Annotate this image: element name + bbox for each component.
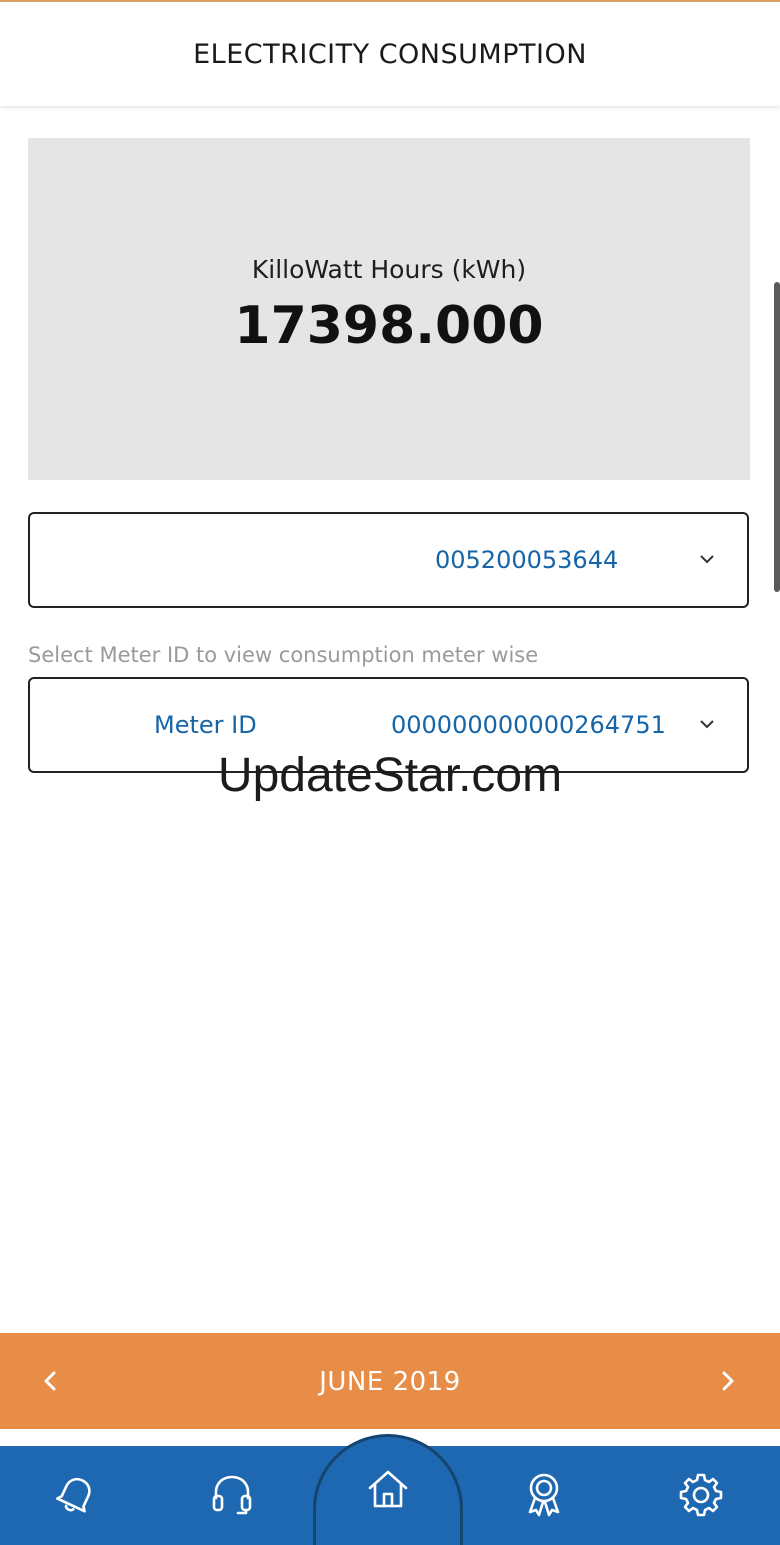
home-icon [368, 1470, 408, 1508]
scrollbar[interactable] [774, 282, 780, 592]
consumption-unit-label: KilloWatt Hours (kWh) [251, 255, 527, 284]
account-number: 005200053644 [435, 546, 619, 574]
nav-settings[interactable] [675, 1468, 727, 1520]
account-dropdown[interactable]: 005200053644 [28, 512, 749, 608]
gear-icon [679, 1473, 723, 1517]
month-label: JUNE 2019 [319, 1367, 461, 1397]
nav-rewards[interactable] [518, 1468, 570, 1520]
nav-support[interactable] [206, 1468, 258, 1520]
app-screen: ELECTRICITY CONSUMPTION KilloWatt Hours … [0, 0, 780, 1545]
consumption-value: 17398.000 [234, 296, 544, 356]
watermark-text: UpdateStar.com [217, 749, 563, 802]
page-title: ELECTRICITY CONSUMPTION [193, 38, 587, 70]
meter-id-value: 000000000000264751 [391, 711, 666, 739]
chevron-right-icon[interactable] [710, 1363, 746, 1399]
headset-icon [212, 1475, 252, 1515]
month-selector: JUNE 2019 [0, 1333, 780, 1429]
chevron-down-icon [700, 720, 714, 729]
chevron-down-icon [700, 555, 714, 564]
award-icon [528, 1473, 560, 1517]
nav-home[interactable] [362, 1464, 414, 1516]
meter-id-label: Meter ID [154, 711, 257, 739]
consumption-summary-card: KilloWatt Hours (kWh) 17398.000 [28, 138, 750, 480]
nav-notifications[interactable] [50, 1468, 102, 1520]
app-header: ELECTRICITY CONSUMPTION [0, 2, 780, 106]
meter-select-hint: Select Meter ID to view consumption mete… [28, 643, 539, 667]
bell-icon [56, 1477, 91, 1513]
